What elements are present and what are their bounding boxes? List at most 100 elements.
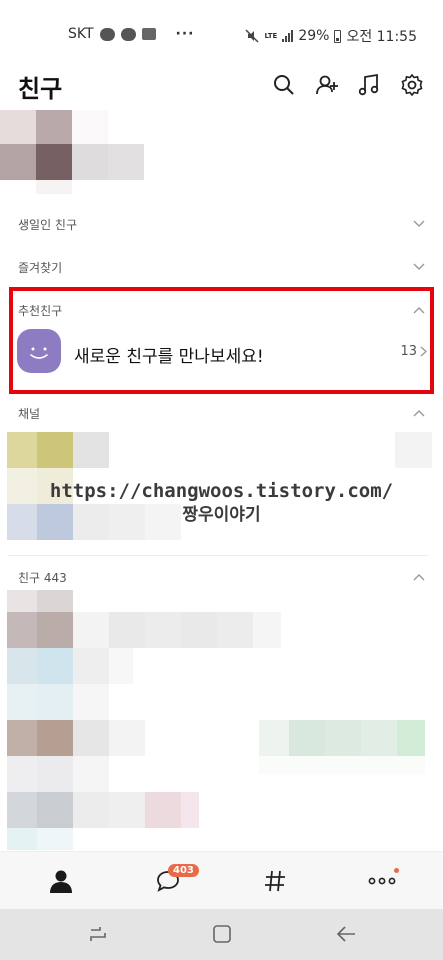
watermark-name: 짱우이야기: [182, 505, 261, 525]
pixel-block: [0, 110, 36, 144]
chevron-up-icon[interactable]: [413, 306, 425, 314]
pixel-block: [37, 432, 73, 468]
chevron-up-icon[interactable]: [413, 573, 425, 581]
carrier-label: SKT: [68, 26, 94, 42]
pixel-block: [36, 180, 72, 194]
pixel-block: [325, 720, 361, 756]
pixel-block: [73, 612, 109, 648]
pixel-block: [73, 756, 109, 792]
pixel-block: [181, 792, 199, 828]
gallery-icon: [141, 28, 156, 40]
pixel-block: [361, 720, 397, 756]
section-label-channel: 채널: [18, 407, 41, 421]
more-notifications-indicator: ···: [175, 26, 195, 42]
pixel-block: [37, 828, 73, 850]
recommended-count: 13: [400, 344, 427, 359]
pixel-block: [73, 720, 109, 756]
pixel-block: [109, 720, 145, 756]
pixel-block: [7, 828, 37, 850]
section-label-friends: 친구 443: [18, 571, 67, 585]
chevron-up-icon[interactable]: [413, 409, 425, 417]
pixel-block: [145, 792, 181, 828]
pixel-block: [37, 792, 73, 828]
back-icon[interactable]: [333, 921, 359, 947]
pixel-block: [7, 612, 37, 648]
pixel-block: [7, 590, 37, 612]
settings-icon[interactable]: [400, 73, 424, 97]
pixel-block: [37, 648, 73, 684]
pixel-block: [397, 720, 425, 756]
chevron-down-icon[interactable]: [413, 220, 425, 228]
battery-icon: [334, 29, 342, 43]
status-bar: SKT ··· LTE 29% 오전 11:55: [0, 0, 443, 66]
mute-icon: [245, 29, 259, 43]
pixel-block: [73, 648, 109, 684]
hashtag-icon: [265, 870, 285, 892]
recommended-count-value: 13: [400, 344, 417, 359]
pixel-block: [73, 792, 109, 828]
pixel-block: [7, 792, 37, 828]
pixel-block: [37, 756, 73, 792]
section-label-favorites: 즐겨찾기: [18, 261, 63, 275]
recent-apps-icon[interactable]: [85, 921, 111, 947]
search-icon[interactable]: [272, 73, 296, 97]
header: 친구: [0, 66, 443, 110]
recommended-friend-text: 새로운 친구를 만나보세요!: [74, 347, 264, 367]
pixel-block: [289, 720, 325, 756]
tab-friends[interactable]: [6, 852, 116, 910]
pixel-block: [109, 792, 145, 828]
pixel-block: [7, 720, 37, 756]
talk-bubble-icon: [99, 27, 115, 41]
highlight-box: [9, 287, 434, 394]
pixel-block: [37, 684, 73, 720]
tab-view[interactable]: [220, 852, 330, 910]
pixel-block: [37, 590, 73, 612]
home-icon[interactable]: [209, 921, 235, 947]
status-right: LTE 29% 오전 11:55: [245, 26, 417, 46]
tab-more[interactable]: [327, 852, 437, 910]
pixel-block: [108, 144, 144, 180]
new-indicator-dot: [394, 868, 399, 873]
pixel-block: [72, 110, 108, 144]
bottom-tab-bar: 403: [0, 851, 443, 909]
pixel-block: [253, 612, 281, 648]
person-icon: [50, 870, 72, 893]
pixel-block: [36, 110, 72, 144]
chevron-down-icon[interactable]: [413, 263, 425, 271]
watermark-url: https://changwoos.tistory.com/: [49, 480, 394, 502]
section-label-birthday: 생일인 친구: [18, 218, 78, 232]
smiley-notification-icon: [120, 27, 136, 41]
add-friend-icon[interactable]: [315, 73, 339, 97]
system-nav-bar: [0, 909, 443, 960]
pixel-block: [0, 144, 36, 180]
pixel-block: [72, 144, 108, 180]
pixel-block: [7, 756, 37, 792]
pixel-block: [395, 432, 432, 468]
pixel-block: [36, 144, 72, 180]
smiley-avatar-icon: [17, 329, 61, 373]
pixel-block: [73, 432, 109, 468]
status-left: SKT ···: [68, 26, 195, 42]
page-title: 친구: [18, 75, 63, 103]
pixel-block: [7, 684, 37, 720]
pixel-block: [37, 720, 73, 756]
more-dots-icon: [368, 877, 396, 885]
pixel-block: [217, 612, 253, 648]
pixel-block: [109, 612, 145, 648]
pixel-block: [7, 432, 37, 468]
divider: [8, 555, 429, 556]
music-icon[interactable]: [357, 73, 381, 97]
chevron-right-icon: [420, 346, 427, 357]
pixel-block: [145, 612, 181, 648]
section-label-recommended: 추천친구: [18, 304, 63, 318]
pixel-block: [259, 720, 289, 756]
pixel-block: [181, 612, 217, 648]
pixel-block: [259, 756, 425, 774]
network-type: LTE: [264, 31, 278, 40]
pixel-block: [109, 648, 133, 684]
battery-percent: 29%: [298, 28, 330, 44]
signal-icon: [282, 30, 294, 42]
clock: 오전 11:55: [346, 29, 417, 45]
pixel-block: [7, 648, 37, 684]
tab-chats[interactable]: [113, 852, 223, 910]
